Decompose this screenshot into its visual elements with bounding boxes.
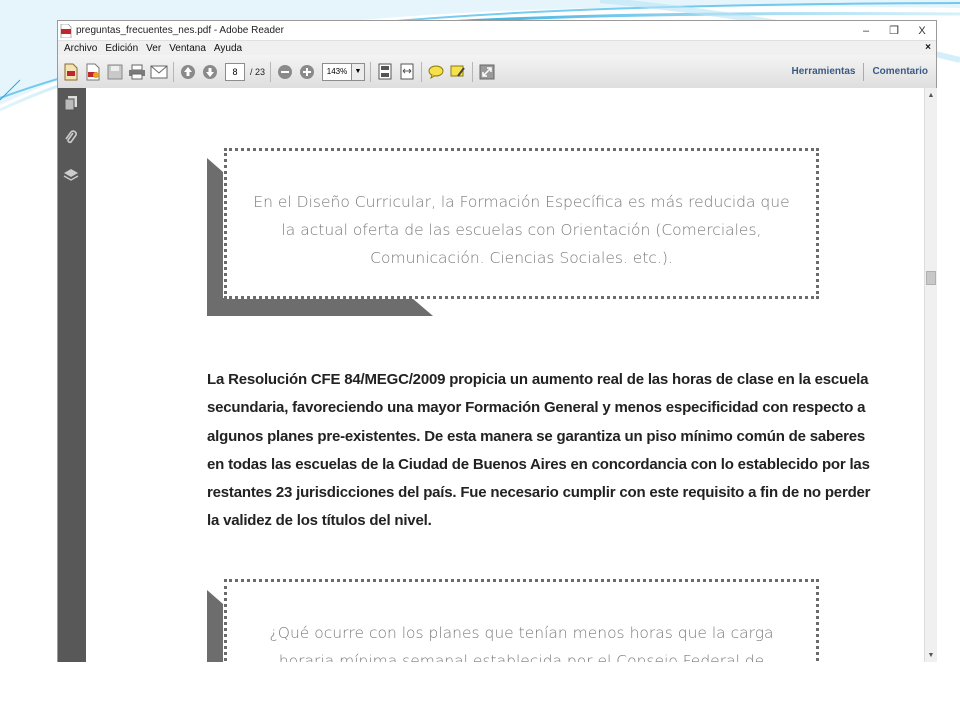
zoom-out-icon[interactable]: [276, 63, 294, 81]
paragraph-line: La Resolución CFE 84/MEGC/2009 propicia …: [207, 371, 869, 388]
title-bar: preguntas_frecuentes_nes.pdf - Adobe Rea…: [58, 21, 936, 40]
paragraph-line: restantes 23 jurisdicciones del país. Fu…: [207, 484, 871, 502]
restore-button[interactable]: ❐: [880, 21, 908, 40]
toolbar: 8 / 23 143% ▼ Herramientas Comentario: [58, 55, 936, 89]
toolbar-right-divider: [863, 62, 865, 81]
toolbar-divider: [421, 61, 423, 82]
body-paragraph: La Resolución CFE 84/MEGC/2009 propicia …: [207, 366, 871, 536]
pdf-file-icon: [60, 23, 72, 38]
open-file-icon[interactable]: [84, 63, 102, 81]
document-view[interactable]: En el Diseño Curricular, la Formación Es…: [86, 88, 924, 662]
quote-line: ¿Qué ocurre con los planes que tenían me…: [269, 624, 774, 642]
close-document-button[interactable]: ×: [925, 42, 931, 53]
page-number-input[interactable]: 8: [225, 62, 245, 81]
navigation-panel: [58, 88, 86, 662]
comment-note-icon[interactable]: [427, 63, 445, 81]
quote-box: En el Diseño Curricular, la Formación Es…: [224, 148, 819, 299]
paragraph-line: secundaria, favoreciendo una mayor Forma…: [207, 399, 866, 417]
minimize-button[interactable]: –: [852, 21, 880, 40]
menu-archivo[interactable]: Archivo: [64, 43, 97, 54]
zoom-dropdown-icon[interactable]: ▼: [352, 62, 366, 81]
menu-ayuda[interactable]: Ayuda: [214, 43, 242, 54]
fullscreen-icon[interactable]: [478, 63, 496, 81]
scroll-thumb[interactable]: [926, 271, 936, 285]
paragraph-line: la validez de los títulos del nivel.: [207, 512, 432, 530]
quote-line: Comunicación. Ciencias Sociales. etc.).: [370, 249, 673, 267]
comment-pane-button[interactable]: Comentario: [872, 66, 928, 77]
zoom-level-input[interactable]: 143%: [322, 62, 353, 81]
toolbar-divider: [173, 61, 174, 82]
pages-thumbnail-icon[interactable]: [63, 94, 79, 112]
quote-line: la actual oferta de las escuelas con Ori…: [281, 221, 762, 239]
window-title: preguntas_frecuentes_nes.pdf - Adobe Rea…: [76, 25, 284, 36]
menu-bar: Archivo Edición Ver Ventana Ayuda ×: [58, 40, 936, 56]
print-icon[interactable]: [128, 63, 146, 81]
toolbar-divider: [270, 61, 272, 82]
previous-page-icon[interactable]: [179, 63, 197, 81]
quote-box: ¿Qué ocurre con los planes que tenían me…: [224, 579, 819, 662]
highlight-icon[interactable]: [449, 63, 467, 81]
next-page-icon[interactable]: [201, 63, 219, 81]
fit-page-icon[interactable]: [376, 63, 394, 81]
scroll-down-icon[interactable]: ▼: [925, 649, 937, 661]
create-pdf-icon[interactable]: [62, 63, 80, 81]
page-total: / 23: [250, 66, 266, 77]
menu-ver[interactable]: Ver: [146, 43, 161, 54]
reader-window: preguntas_frecuentes_nes.pdf - Adobe Rea…: [57, 20, 937, 662]
scroll-up-icon[interactable]: ▲: [925, 89, 937, 101]
attachment-icon[interactable]: [63, 129, 79, 147]
vertical-scrollbar[interactable]: ▲ ▼: [924, 88, 937, 662]
menu-ventana[interactable]: Ventana: [169, 43, 206, 54]
menu-edicion[interactable]: Edición: [105, 43, 138, 54]
toolbar-divider: [370, 61, 372, 82]
layers-icon[interactable]: [63, 166, 79, 184]
quote-line: horaria mínima semanal establecida por e…: [278, 652, 765, 662]
close-button[interactable]: X: [908, 21, 936, 40]
paragraph-line: en todas las escuelas de la Ciudad de Bu…: [207, 455, 870, 473]
tools-pane-button[interactable]: Herramientas: [792, 66, 856, 77]
quote-line: En el Diseño Curricular, la Formación Es…: [253, 193, 790, 211]
save-icon[interactable]: [106, 63, 124, 81]
zoom-in-icon[interactable]: [298, 63, 316, 81]
toolbar-divider: [472, 61, 474, 82]
fit-width-icon[interactable]: [398, 63, 416, 81]
email-icon[interactable]: [150, 63, 168, 81]
paragraph-line: algunos planes pre-existentes. De esta m…: [207, 427, 866, 445]
